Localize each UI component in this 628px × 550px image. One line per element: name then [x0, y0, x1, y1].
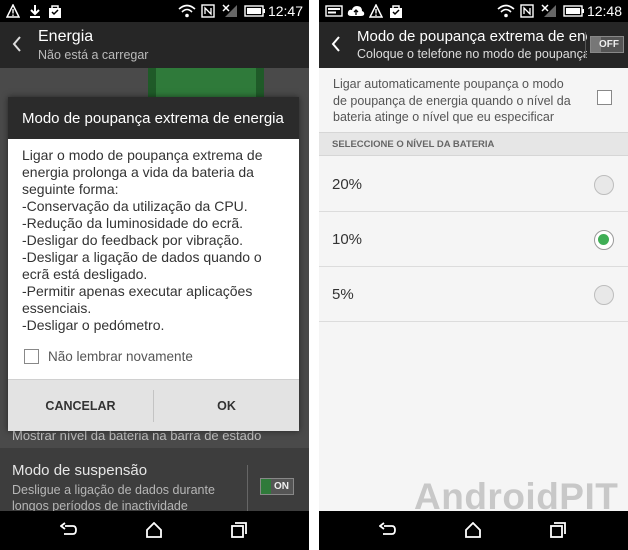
- dialog-title: Modo de poupança extrema de energia: [22, 110, 284, 127]
- status-bar: 12:48: [319, 0, 628, 22]
- dont-remind-label: Não lembrar novamente: [48, 349, 193, 364]
- battery-level-label: 20%: [332, 176, 363, 193]
- toggle-divider: [585, 32, 586, 58]
- dialog-button-bar: CANCELAR OK: [8, 379, 299, 431]
- nav-recents-icon[interactable]: [231, 522, 247, 538]
- status-clock: 12:47: [267, 3, 303, 19]
- nav-recents-icon[interactable]: [550, 522, 566, 538]
- toggle-divider: [247, 465, 248, 511]
- nav-home-icon[interactable]: [465, 522, 481, 538]
- no-signal-icon: [222, 4, 237, 17]
- cloud-upload-icon: [347, 6, 365, 16]
- battery-level-option[interactable]: 10%: [319, 212, 628, 267]
- right-phone-screen: 12:48 Modo de poupança extrema de energi…: [319, 0, 628, 550]
- sleep-mode-toggle[interactable]: ON: [260, 478, 294, 495]
- auto-enable-description: Ligar automaticamente poupança o modo de…: [333, 76, 573, 126]
- nav-back-icon[interactable]: [60, 522, 78, 538]
- actionbar-title: Modo de poupança extrema de energia: [357, 28, 587, 45]
- dialog-body: Ligar o modo de poupança extrema de ener…: [22, 147, 287, 334]
- dialog-body-line: energia prolonga a vida da bateria da: [22, 164, 254, 180]
- status-clock: 12:48: [586, 3, 622, 19]
- toggle-label: ON: [274, 481, 289, 492]
- sleep-mode-title: Modo de suspensão: [12, 462, 148, 479]
- wifi-icon: [178, 4, 196, 18]
- battery-level-option[interactable]: 20%: [319, 157, 628, 212]
- toggle-label: OFF: [599, 39, 619, 50]
- battery-level-option[interactable]: 5%: [319, 267, 628, 322]
- auto-enable-checkbox[interactable]: [597, 90, 612, 105]
- auto-enable-line: Ligar automaticamente poupança o modo: [333, 77, 564, 91]
- nav-home-icon[interactable]: [146, 522, 162, 538]
- dont-remind-checkbox[interactable]: [24, 349, 39, 364]
- sleep-mode-desc-line1: Desligue a ligação de dados durante: [12, 483, 215, 497]
- dialog-body-line: ecrã está desligado.: [22, 266, 148, 282]
- no-signal-icon: [541, 4, 556, 17]
- battery-level-radio[interactable]: [594, 285, 614, 305]
- dialog-title-bar: Modo de poupança extrema de energia: [8, 97, 299, 139]
- battery-level-radio-selected[interactable]: [594, 230, 614, 250]
- action-bar: Modo de poupança extrema de energia Colo…: [319, 22, 628, 68]
- dialog-body-line: essenciais.: [22, 300, 92, 316]
- actionbar-text-clip: Modo de poupança extrema de energia Colo…: [357, 22, 587, 68]
- dialog-body-line: seguinte forma:: [22, 181, 119, 197]
- section-header: SELECCIONE O NÍVEL DA BATERIA: [319, 132, 628, 156]
- battery-level-label: 10%: [332, 231, 363, 248]
- dialog-body-line: -Desligar a ligação de dados quando o: [22, 249, 262, 265]
- cancel-button[interactable]: CANCELAR: [8, 380, 153, 432]
- actionbar-subtitle: Coloque o telefone no modo de poupança: [357, 47, 587, 61]
- messages-icon: [325, 5, 343, 17]
- actionbar-title: Energia: [38, 28, 94, 45]
- shopping-bag-icon: [390, 5, 402, 18]
- power-saving-toggle[interactable]: OFF: [590, 36, 624, 53]
- battery-level-label: 5%: [332, 286, 354, 303]
- status-bar: 12:47: [0, 0, 309, 22]
- extreme-power-saving-dialog: Modo de poupança extrema de energia Liga…: [8, 97, 299, 431]
- nfc-icon: [201, 4, 215, 18]
- nav-back-icon[interactable]: [379, 522, 397, 538]
- dialog-body-line: Ligar o modo de poupança extrema de: [22, 147, 263, 163]
- battery-icon: [563, 5, 584, 17]
- auto-enable-line: bateria atinge o nível que eu especifica…: [333, 110, 554, 124]
- actionbar-subtitle: Não está a carregar: [38, 48, 149, 62]
- left-phone-screen: 12:47 Energia Não está a carregar Mostra…: [0, 0, 309, 550]
- dialog-body-line: -Conservação da utilização da CPU.: [22, 198, 248, 214]
- download-icon: [30, 5, 40, 18]
- shopping-bag-icon: [49, 5, 61, 18]
- wifi-icon: [497, 4, 515, 18]
- navigation-bar: [0, 511, 309, 550]
- dialog-body-line: -Desligar do feedback por vibração.: [22, 232, 244, 248]
- warning-icon: [6, 4, 20, 18]
- nfc-icon: [520, 4, 534, 18]
- action-bar: Energia Não está a carregar: [0, 22, 309, 68]
- toggle-knob: [261, 479, 271, 494]
- battery-level-radio[interactable]: [594, 175, 614, 195]
- dialog-body-line: -Redução da luminosidade do ecrã.: [22, 215, 244, 231]
- auto-enable-line: de poupança de energia quando o nível da: [333, 93, 571, 108]
- ok-button[interactable]: OK: [154, 380, 299, 432]
- battery-icon: [244, 5, 265, 17]
- warning-icon: [369, 4, 383, 18]
- back-arrow-icon[interactable]: [12, 36, 22, 52]
- dialog-body-line: -Permitir apenas executar aplicações: [22, 283, 253, 299]
- section-header-label: SELECCIONE O NÍVEL DA BATERIA: [332, 139, 495, 150]
- androidpit-watermark: AndroidPIT: [414, 476, 619, 517]
- dialog-body-line: -Desligar o pedómetro.: [22, 317, 165, 333]
- back-arrow-icon[interactable]: [331, 36, 341, 52]
